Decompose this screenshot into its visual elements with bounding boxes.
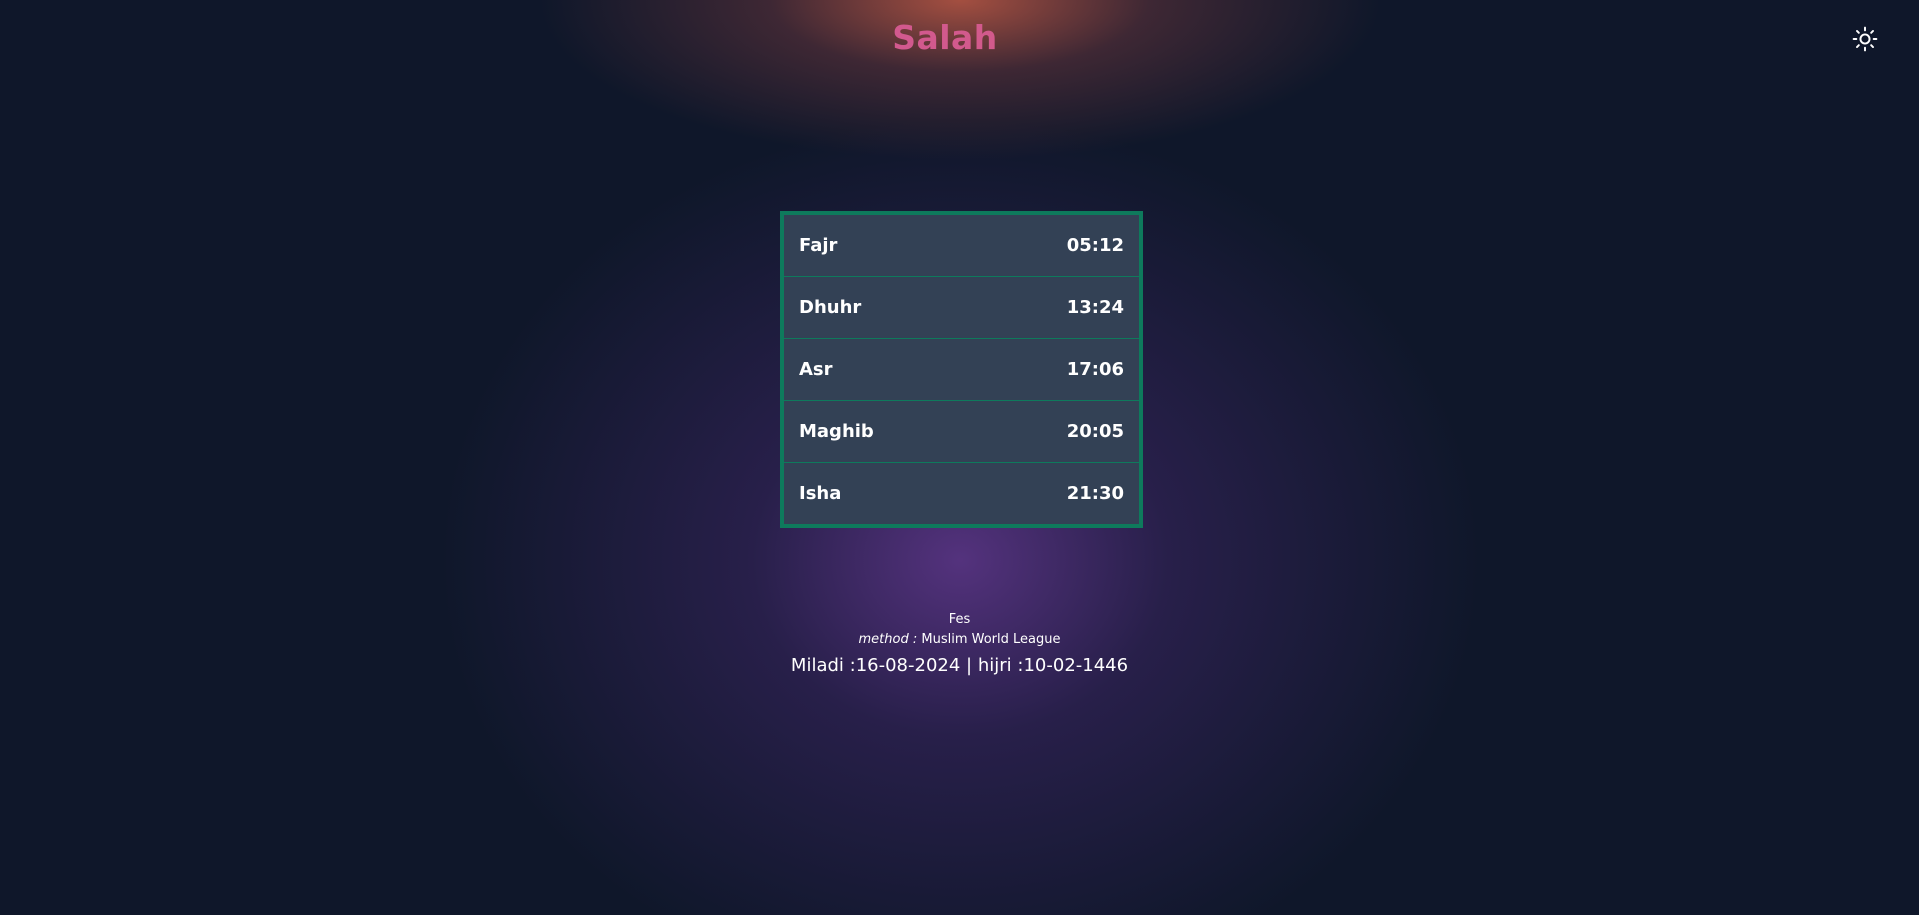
hijri-label: hijri :	[977, 655, 1024, 676]
prayer-time: 20:05	[1066, 421, 1124, 442]
app-title: Salah	[0, 18, 1890, 57]
prayer-name: Isha	[799, 483, 842, 504]
prayer-row-maghib: Maghib 20:05	[784, 401, 1139, 463]
date-separator: |	[966, 655, 973, 676]
city-name: Fes	[948, 612, 971, 627]
prayer-time: 21:30	[1066, 483, 1124, 504]
theme-toggle-button[interactable]	[1850, 24, 1880, 54]
prayer-row-fajr: Fajr 05:12	[784, 215, 1139, 277]
sun-icon	[1852, 26, 1878, 52]
prayer-time: 05:12	[1066, 235, 1124, 256]
method-label: method :	[858, 632, 918, 647]
prayer-name: Maghib	[799, 421, 874, 442]
miladi-date: 16-08-2024	[855, 655, 961, 676]
date-line: Miladi :16-08-2024 | hijri :10-02-1446	[0, 652, 1919, 680]
prayer-name: Asr	[799, 359, 833, 380]
prayer-name: Dhuhr	[799, 297, 862, 318]
hijri-date: 10-02-1446	[1023, 655, 1129, 676]
prayer-name: Fajr	[799, 235, 838, 256]
prayer-row-dhuhr: Dhuhr 13:24	[784, 277, 1139, 339]
prayer-times-table: Fajr 05:12 Dhuhr 13:24 Asr 17:06 Maghib …	[780, 211, 1143, 528]
prayer-time: 13:24	[1066, 297, 1124, 318]
prayer-time: 17:06	[1066, 359, 1124, 380]
prayer-row-isha: Isha 21:30	[784, 463, 1139, 524]
location-info: Fes method : Muslim World League Miladi …	[0, 610, 1919, 680]
method-value: Muslim World League	[921, 632, 1061, 647]
miladi-label: Miladi :	[790, 655, 856, 676]
calculation-method: method : Muslim World League	[0, 630, 1919, 650]
prayer-row-asr: Asr 17:06	[784, 339, 1139, 401]
